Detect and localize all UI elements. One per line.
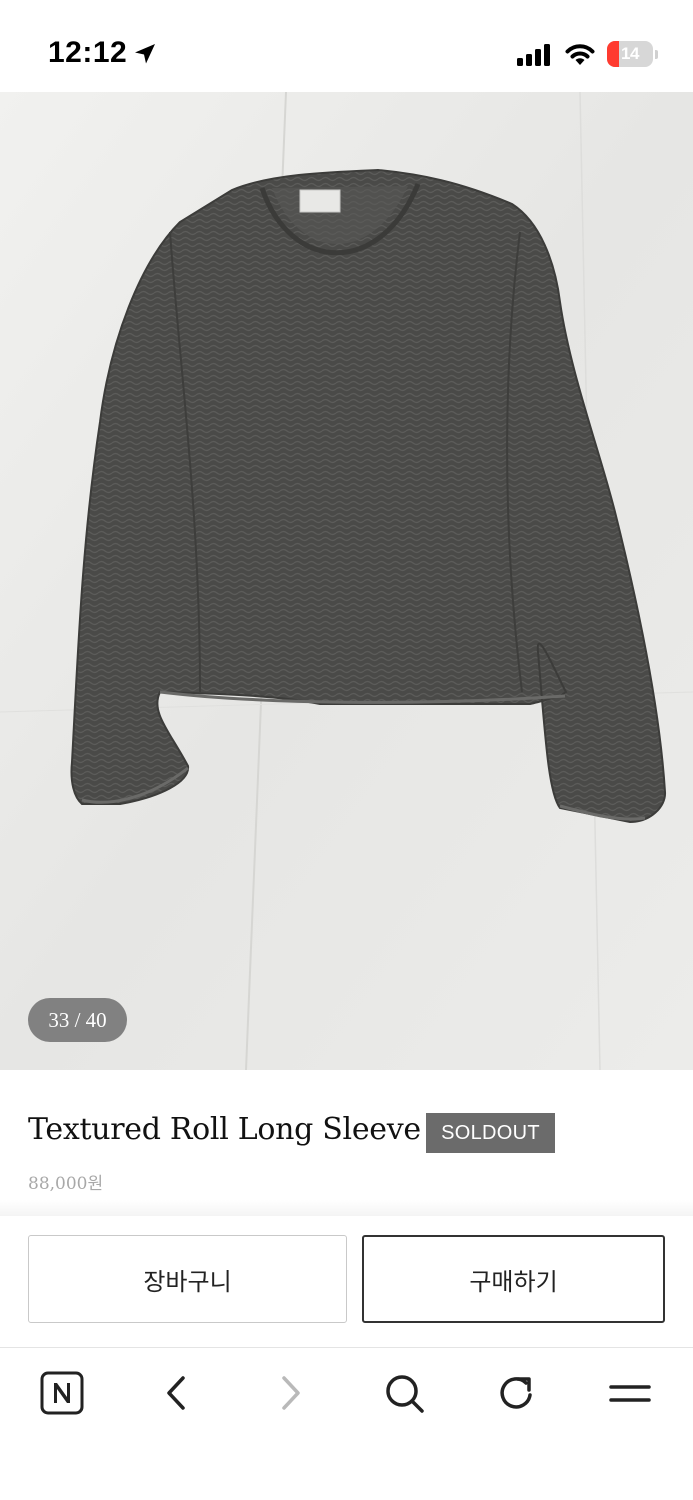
search-icon[interactable] (380, 1369, 428, 1417)
reload-icon[interactable] (493, 1369, 541, 1417)
location-arrow-icon (135, 44, 155, 64)
soldout-badge: SOLDOUT (426, 1113, 555, 1153)
back-icon[interactable] (152, 1369, 200, 1417)
battery-icon: 14 (607, 41, 658, 67)
battery-percentage: 14 (621, 44, 639, 63)
sweater-photo (0, 92, 693, 1070)
menu-icon[interactable] (606, 1369, 654, 1417)
image-counter: 33 / 40 (28, 998, 127, 1042)
product-image[interactable] (0, 92, 693, 1070)
forward-icon[interactable] (267, 1369, 315, 1417)
status-time: 12:12 (48, 36, 128, 69)
buy-now-button[interactable]: 구매하기 (362, 1235, 665, 1323)
browser-toolbar (0, 1349, 693, 1500)
naver-home-icon[interactable] (38, 1369, 86, 1417)
product-title: Textured Roll Long Sleeve (28, 1112, 421, 1147)
cellular-signal-icon (517, 44, 550, 66)
add-to-cart-button[interactable]: 장바구니 (28, 1235, 347, 1323)
divider-shadow (0, 1200, 693, 1216)
product-price: 88,000원 (28, 1174, 104, 1194)
status-bar: 12:12 14 (0, 0, 693, 92)
wifi-icon (565, 44, 595, 65)
